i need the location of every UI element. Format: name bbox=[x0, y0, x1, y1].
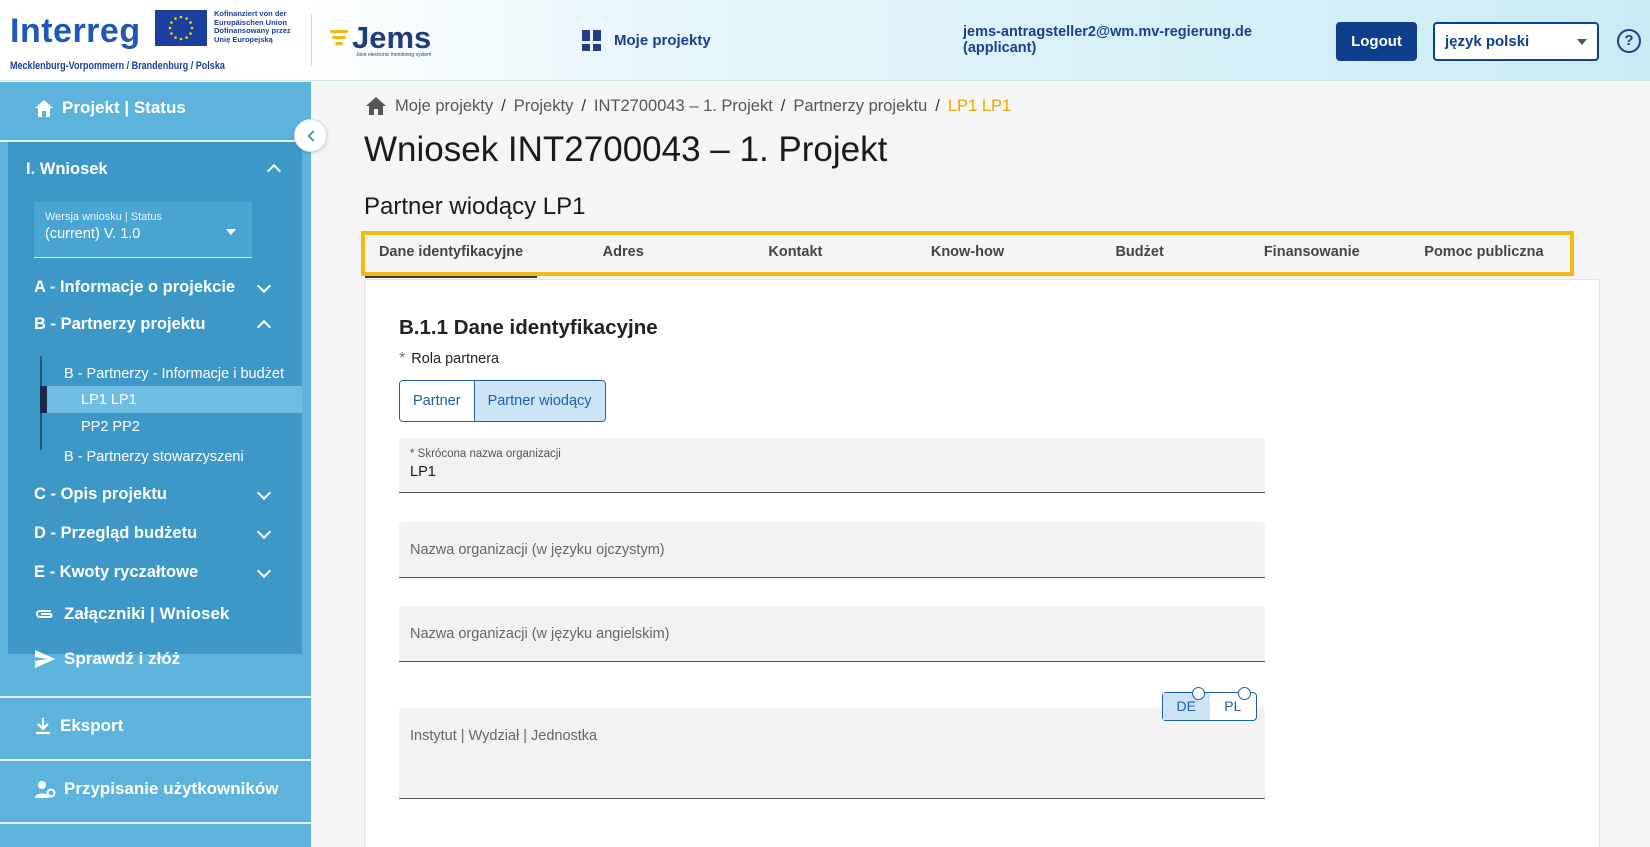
drag-handle[interactable] bbox=[1238, 687, 1251, 700]
role-partner-button[interactable]: Partner bbox=[400, 381, 474, 421]
name-native-field[interactable]: Nazwa organizacji (w języku ojczystym) bbox=[399, 522, 1265, 578]
language-select[interactable]: język polski bbox=[1433, 22, 1599, 61]
nav-my-projects[interactable]: Moje projekty bbox=[582, 30, 711, 51]
department-field[interactable]: Instytut | Wydział | Jednostka bbox=[399, 708, 1265, 799]
sidebar-item-check-submit[interactable]: Sprawdź i złóż bbox=[0, 649, 311, 669]
breadcrumb-item[interactable]: INT2700043 – 1. Projekt bbox=[594, 97, 773, 116]
sidebar-divider bbox=[0, 759, 311, 761]
sidebar-item-d[interactable]: D - Przegląd budżetu bbox=[34, 524, 197, 543]
jems-wordmark: Jems bbox=[352, 20, 432, 55]
breadcrumb-separator: / bbox=[581, 96, 586, 115]
short-name-label: * Skrócona nazwa organizacji bbox=[410, 448, 561, 460]
sidebar-item-b[interactable]: B - Partnerzy projektu bbox=[34, 315, 205, 334]
name-native-placeholder: Nazwa organizacji (w języku ojczystym) bbox=[410, 542, 665, 558]
version-select[interactable]: Wersja wniosku | Status (current) V. 1.0 bbox=[34, 202, 252, 258]
short-name-field[interactable]: * Skrócona nazwa organizacji LP1 bbox=[399, 438, 1265, 493]
send-icon bbox=[35, 650, 55, 668]
breadcrumb-item[interactable]: Moje projekty bbox=[395, 97, 493, 116]
breadcrumb-current: LP1 LP1 bbox=[947, 96, 1012, 115]
breadcrumb-separator: / bbox=[780, 96, 786, 115]
user-info: jems-antragsteller2@wm.mv-regierung.de (… bbox=[963, 24, 1252, 56]
language-select-value: język polski bbox=[1445, 33, 1530, 50]
sidebar-item-b-info[interactable]: B - Partnerzy - Informacje i budżet bbox=[64, 366, 284, 382]
page-title: Wniosek INT2700043 – 1. Projekt bbox=[364, 130, 888, 169]
user-settings-icon bbox=[35, 781, 56, 798]
sidebar-collapse-button[interactable] bbox=[294, 119, 327, 152]
sidebar-item-c[interactable]: C - Opis projektu bbox=[34, 485, 167, 504]
home-icon[interactable] bbox=[365, 96, 387, 116]
sidebar-selected-highlight bbox=[40, 386, 302, 413]
sidebar: Projekt | Status I. Wniosek Wersja wnios… bbox=[0, 82, 311, 847]
jems-subtitle: Joint electronic monitoring system bbox=[356, 52, 432, 58]
download-icon bbox=[36, 718, 50, 735]
interreg-logo: Interreg Kofinanziert von der Europäisch… bbox=[10, 9, 310, 76]
section-title: B.1.1 Dane identyfikacyjne bbox=[399, 316, 658, 339]
sidebar-item-export[interactable]: Eksport bbox=[0, 716, 311, 736]
interreg-wordmark: Interreg bbox=[10, 12, 141, 50]
breadcrumb-item[interactable]: Partnerzy projektu bbox=[793, 97, 927, 116]
drag-handle[interactable] bbox=[1192, 687, 1205, 700]
sidebar-item-assign-users[interactable]: Przypisanie użytkowników bbox=[0, 779, 311, 799]
home-icon bbox=[35, 99, 53, 117]
region-text: Mecklenburg-Vorpommern / Brandenburg / P… bbox=[10, 60, 225, 72]
chevron-down-icon bbox=[226, 229, 236, 235]
version-select-value: (current) V. 1.0 bbox=[45, 226, 141, 242]
sidebar-divider bbox=[0, 822, 311, 824]
breadcrumb-separator: / bbox=[501, 96, 506, 115]
partner-role-toggle: Partner Partner wiodący bbox=[399, 380, 606, 422]
role-lead-partner-button[interactable]: Partner wiodący bbox=[473, 381, 605, 421]
header-divider bbox=[311, 14, 312, 66]
eu-flag-icon bbox=[155, 10, 207, 46]
sidebar-item-project-status[interactable]: Projekt | Status bbox=[0, 98, 311, 118]
user-role: (applicant) bbox=[963, 40, 1037, 56]
sidebar-divider bbox=[0, 696, 311, 698]
sidebar-item-e[interactable]: E - Kwoty ryczałtowe bbox=[34, 563, 198, 582]
version-select-label: Wersja wniosku | Status bbox=[45, 211, 162, 223]
department-placeholder: Instytut | Wydział | Jednostka bbox=[410, 728, 598, 744]
breadcrumb-item[interactable]: Projekty bbox=[514, 97, 574, 116]
sidebar-item-attachments[interactable]: Załączniki | Wniosek bbox=[0, 604, 311, 624]
breadcrumb: Moje projekty / Projekty / INT2700043 – … bbox=[365, 96, 1011, 116]
tabs-highlight-frame bbox=[361, 231, 1574, 276]
eu-cofunding-text: Kofinanziert von der Europäischen Union … bbox=[214, 9, 291, 44]
sidebar-section-application[interactable]: I. Wniosek bbox=[26, 160, 108, 179]
sidebar-item-pp2[interactable]: PP2 PP2 bbox=[81, 419, 140, 435]
help-icon[interactable]: ? bbox=[1617, 29, 1641, 53]
required-marker: * bbox=[399, 350, 406, 367]
chevron-down-icon bbox=[1577, 39, 1587, 45]
dashboard-icon bbox=[582, 30, 602, 51]
app-header: Interreg Kofinanziert von der Europäisch… bbox=[0, 0, 1650, 81]
name-english-field[interactable]: Nazwa organizacji (w języku angielskim) bbox=[399, 606, 1265, 662]
jems-logo[interactable]: Jems Joint electronic monitoring system bbox=[328, 20, 438, 60]
nav-my-projects-label: Moje projekty bbox=[614, 31, 711, 49]
sidebar-item-b-associated[interactable]: B - Partnerzy stowarzyszeni bbox=[64, 449, 244, 465]
partner-role-label: * Rola partnera bbox=[399, 350, 500, 367]
short-name-value: LP1 bbox=[410, 464, 436, 480]
jems-mark-icon bbox=[330, 30, 348, 45]
name-english-placeholder: Nazwa organizacji (w języku angielskim) bbox=[410, 626, 670, 642]
breadcrumb-separator: / bbox=[935, 96, 940, 115]
sidebar-item-a[interactable]: A - Informacje o projekcie bbox=[34, 278, 235, 297]
paperclip-icon bbox=[36, 610, 53, 618]
user-email: jems-antragsteller2@wm.mv-regierung.de bbox=[963, 24, 1252, 40]
logout-button[interactable]: Logout bbox=[1336, 22, 1417, 61]
page-subtitle: Partner wiodący LP1 bbox=[364, 193, 586, 220]
sidebar-item-lp1[interactable]: LP1 LP1 bbox=[81, 392, 137, 408]
